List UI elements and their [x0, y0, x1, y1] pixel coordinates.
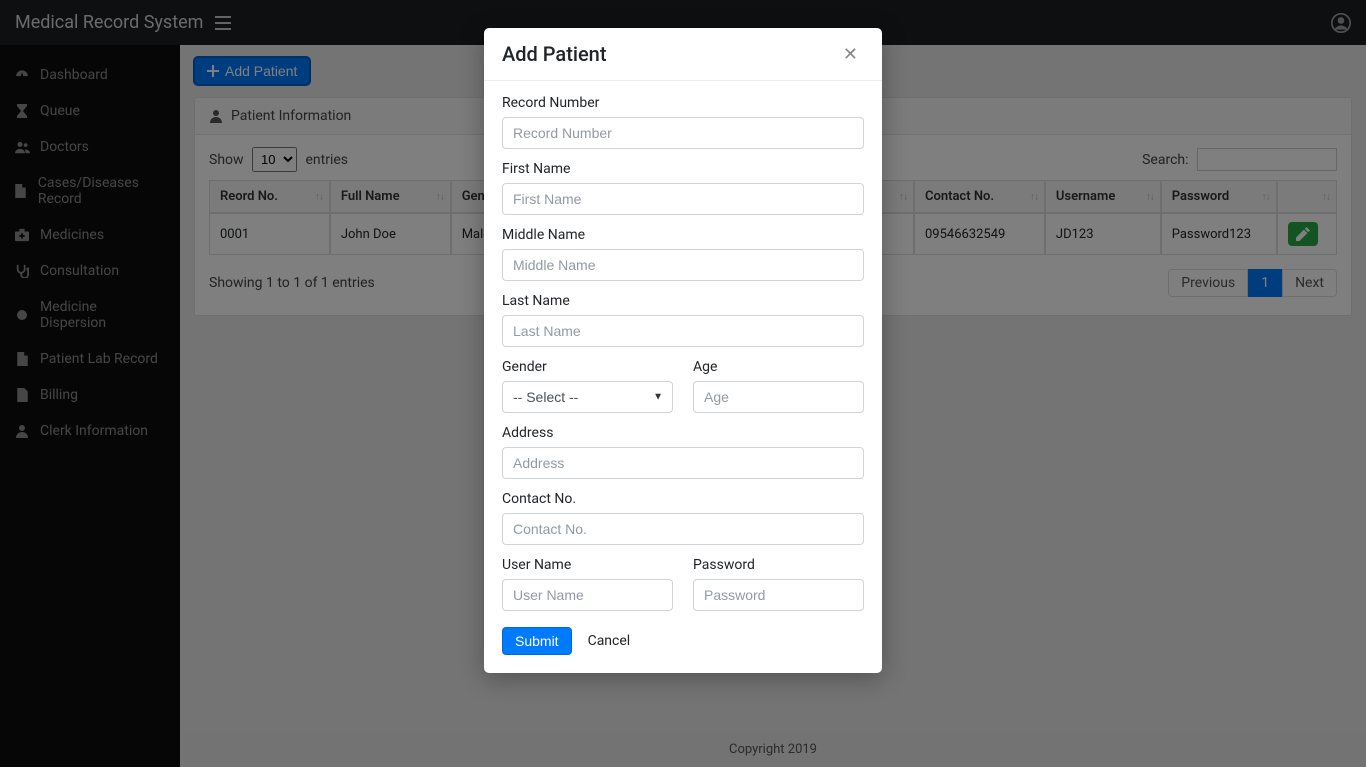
- contact-input[interactable]: [502, 513, 864, 545]
- username-label: User Name: [502, 557, 673, 573]
- modal-close-button[interactable]: ✕: [837, 44, 864, 64]
- record-number-label: Record Number: [502, 95, 864, 111]
- address-label: Address: [502, 425, 864, 441]
- modal-body: Record Number First Name Middle Name Las…: [484, 81, 882, 673]
- password-label: Password: [693, 557, 864, 573]
- add-patient-modal: Add Patient ✕ Record Number First Name M…: [484, 28, 882, 673]
- contact-label: Contact No.: [502, 491, 864, 507]
- last-name-label: Last Name: [502, 293, 864, 309]
- gender-select[interactable]: -- Select --: [502, 381, 673, 413]
- address-input[interactable]: [502, 447, 864, 479]
- age-input[interactable]: [693, 381, 864, 413]
- cancel-button[interactable]: Cancel: [588, 633, 631, 649]
- middle-name-input[interactable]: [502, 249, 864, 281]
- age-label: Age: [693, 359, 864, 375]
- modal-header: Add Patient ✕: [484, 28, 882, 81]
- first-name-input[interactable]: [502, 183, 864, 215]
- gender-label: Gender: [502, 359, 673, 375]
- last-name-input[interactable]: [502, 315, 864, 347]
- password-input[interactable]: [693, 579, 864, 611]
- close-icon: ✕: [843, 44, 858, 64]
- record-number-input[interactable]: [502, 117, 864, 149]
- submit-button[interactable]: Submit: [502, 627, 572, 655]
- modal-title: Add Patient: [502, 42, 606, 66]
- username-input[interactable]: [502, 579, 673, 611]
- middle-name-label: Middle Name: [502, 227, 864, 243]
- first-name-label: First Name: [502, 161, 864, 177]
